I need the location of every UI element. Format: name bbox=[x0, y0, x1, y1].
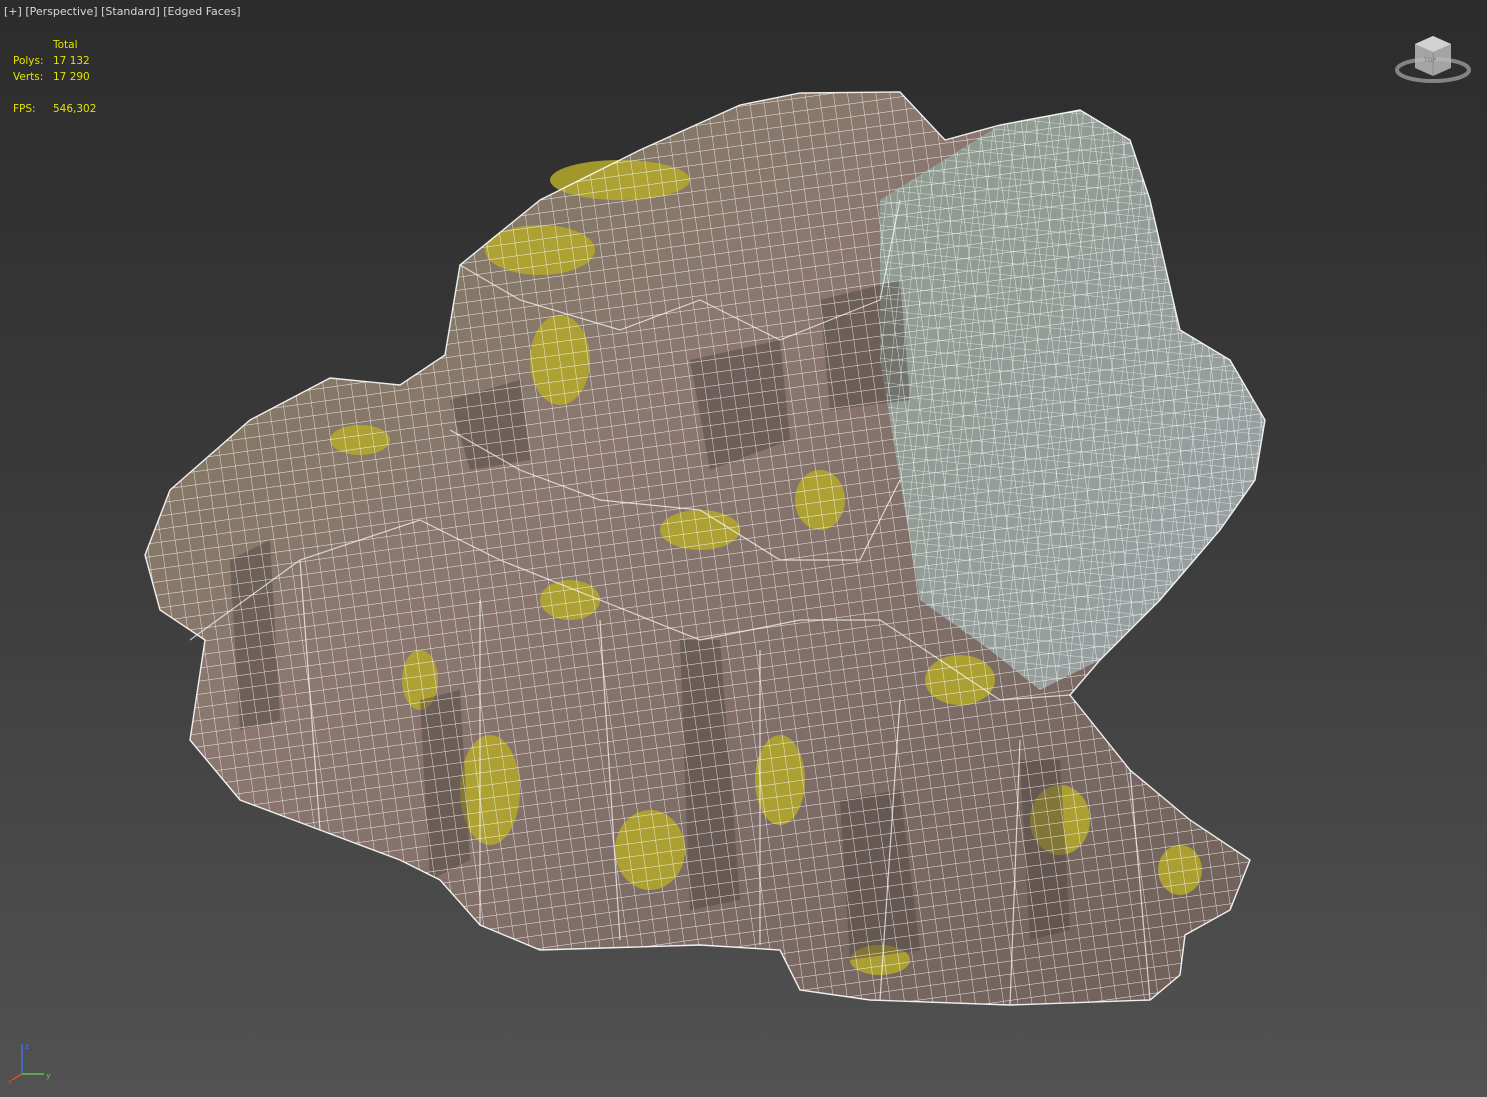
axis-x-label: x bbox=[8, 1078, 12, 1084]
viewcube-face-label: TOP bbox=[1423, 57, 1436, 64]
viewcube-icon[interactable]: TOP bbox=[1393, 32, 1473, 92]
axis-y-label: y bbox=[46, 1071, 51, 1080]
rock-mesh-render bbox=[144, 91, 1266, 1006]
axis-z-label: z bbox=[25, 1042, 29, 1051]
rock-mesh bbox=[144, 91, 1266, 1006]
perspective-viewport[interactable]: [+] [Perspective] [Standard] [Edged Face… bbox=[0, 0, 1487, 1097]
axis-tripod-icon: z y x bbox=[8, 1042, 51, 1084]
